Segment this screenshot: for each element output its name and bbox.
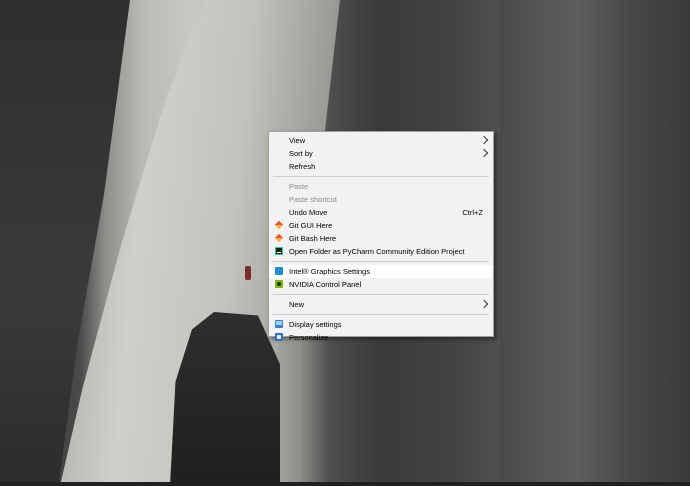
menu-item-label: Paste (289, 182, 309, 191)
menu-item-undo-move[interactable]: Undo Move Ctrl+Z (269, 206, 493, 219)
chevron-right-icon (479, 135, 489, 145)
menu-item-intel-graphics-settings[interactable]: Intel® Graphics Settings (269, 265, 493, 278)
menu-item-label: View (289, 136, 306, 145)
personalize-icon (275, 333, 283, 341)
menu-item-shortcut: Ctrl+Z (462, 208, 483, 217)
taskbar-edge (0, 482, 690, 486)
menu-item-label: Refresh (289, 162, 316, 171)
pycharm-icon (275, 247, 283, 255)
wallpaper-climber (245, 266, 251, 280)
menu-separator (273, 294, 489, 295)
menu-item-git-gui-here[interactable]: Git GUI Here (269, 219, 493, 232)
menu-item-paste: Paste (269, 180, 493, 193)
chevron-right-icon (479, 299, 489, 309)
menu-item-label: Paste shortcut (289, 195, 337, 204)
wallpaper-rock-right (500, 0, 690, 486)
menu-item-label: Sort by (289, 149, 313, 158)
menu-item-label: NVIDIA Control Panel (289, 280, 362, 289)
display-icon (275, 320, 283, 328)
desktop-context-menu: View Sort by Refresh Paste Paste shortcu… (268, 131, 494, 342)
menu-item-label: Undo Move (289, 208, 328, 217)
menu-separator (273, 176, 489, 177)
intel-graphics-icon (275, 267, 283, 275)
git-icon (274, 220, 284, 230)
menu-item-label: Display settings (289, 320, 342, 329)
menu-item-display-settings[interactable]: Display settings (269, 318, 493, 331)
menu-item-git-bash-here[interactable]: Git Bash Here (269, 232, 493, 245)
menu-item-label: Open Folder as PyCharm Community Edition… (289, 247, 465, 256)
menu-item-label: New (289, 300, 305, 309)
git-icon (274, 233, 284, 243)
menu-item-new[interactable]: New (269, 298, 493, 311)
menu-separator (273, 261, 489, 262)
menu-item-sort-by[interactable]: Sort by (269, 147, 493, 160)
menu-separator (273, 314, 489, 315)
menu-item-nvidia-control-panel[interactable]: NVIDIA Control Panel (269, 278, 493, 291)
menu-item-label: Git Bash Here (289, 234, 337, 243)
nvidia-icon (275, 280, 283, 288)
menu-item-paste-shortcut: Paste shortcut (269, 193, 493, 206)
menu-item-label: Personalize (289, 333, 329, 342)
menu-item-view[interactable]: View (269, 134, 493, 147)
menu-item-open-folder-pycharm[interactable]: Open Folder as PyCharm Community Edition… (269, 245, 493, 258)
chevron-right-icon (479, 148, 489, 158)
menu-item-personalize[interactable]: Personalize (269, 331, 493, 344)
menu-item-refresh[interactable]: Refresh (269, 160, 493, 173)
menu-item-label: Intel® Graphics Settings (289, 267, 370, 276)
menu-item-label: Git GUI Here (289, 221, 333, 230)
